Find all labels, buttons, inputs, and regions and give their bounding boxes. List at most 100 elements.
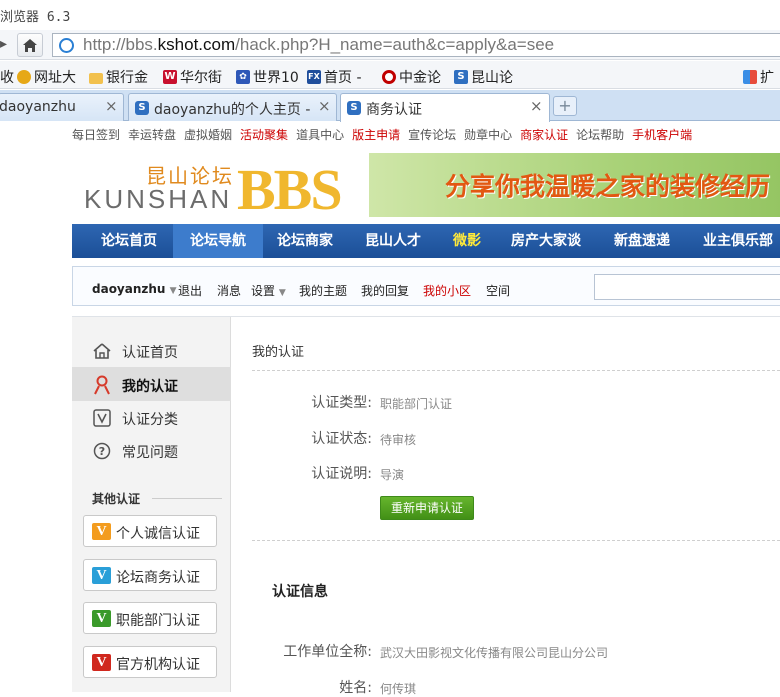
other-auth-title: 其他认证 [92, 492, 141, 506]
sidebar-item-auth-category[interactable]: 认证分类 [72, 400, 231, 434]
nav-micro-video[interactable]: 微影 [453, 224, 481, 258]
question-icon: ? [92, 441, 112, 461]
address-url[interactable]: http://bbs.kshot.com/hack.php?H_name=aut… [83, 35, 554, 55]
toplink[interactable]: 手机客户端 [632, 128, 692, 142]
company-value: 武汉大田影视文化传播有限公司昆山分公司 [380, 646, 609, 660]
sidebar-item-auth-home[interactable]: 认证首页 [72, 333, 231, 367]
v-icon [92, 408, 112, 428]
nav-owners-club[interactable]: 业主俱乐部 [703, 224, 773, 258]
toplink[interactable]: 勋章中心 [464, 128, 512, 142]
forward-arrow-icon[interactable]: ▸ [0, 36, 7, 52]
settings-menu[interactable]: 设置 ▼ [251, 282, 286, 299]
username-menu[interactable]: daoyanzhu ▼ [92, 282, 177, 296]
favorite-item[interactable]: 银行金 [89, 67, 148, 87]
company-row: 工作单位全称: [283, 644, 372, 660]
auth-type-value: 职能部门认证 [380, 397, 453, 411]
sidebar: 认证首页 我的认证 认证分类 ? 常见问题 其他认证 V 个人诚信认证 V 论坛… [72, 317, 231, 692]
new-tab-button[interactable]: + [553, 96, 577, 116]
toplink[interactable]: 幸运转盘 [128, 128, 176, 142]
o-icon [382, 70, 396, 84]
toplink[interactable]: 版主申请 [352, 128, 400, 142]
department-auth-button[interactable]: V 职能部门认证 [83, 602, 217, 634]
apps-icon [743, 70, 757, 84]
v-badge-icon: V [92, 523, 111, 540]
name-row: 姓名: [339, 680, 372, 696]
svg-text:?: ? [99, 445, 105, 458]
my-topics-link[interactable]: 我的主题 [299, 282, 347, 299]
content-area: 认证首页 我的认证 认证分类 ? 常见问题 其他认证 V 个人诚信认证 V 论坛… [72, 316, 780, 696]
close-icon[interactable]: × [530, 97, 543, 115]
reapply-button[interactable]: 重新申请认证 [380, 496, 474, 520]
favorite-item[interactable]: S 昆山论 [454, 67, 513, 87]
main-panel: 我的认证 认证类型: 职能部门认证 认证状态: 待审核 认证说明: 导演 重新申… [232, 317, 780, 696]
tab-personal-home[interactable]: S daoyanzhu的个人主页 - × [128, 93, 337, 121]
auth-status-value: 待审核 [380, 433, 417, 447]
page-icon [59, 38, 74, 53]
favorite-item[interactable]: ✿ 世界10 [236, 67, 299, 87]
tab-strip: daoyanzhu × S daoyanzhu的个人主页 - × S 商务认证 … [0, 90, 780, 122]
favorite-item[interactable]: 收 [0, 67, 14, 87]
ad-banner[interactable]: 分享你我温暖之家的装修经历 [369, 153, 780, 217]
sidebar-item-my-auth[interactable]: 我的认证 [72, 367, 231, 401]
search-input[interactable] [594, 274, 780, 300]
browser-titlebar: 浏览器 6.3 [0, 0, 780, 30]
page-title: 我的认证 [252, 345, 305, 360]
close-icon[interactable]: × [105, 97, 118, 115]
tab-business-auth[interactable]: S 商务认证 × [340, 93, 550, 122]
browser-navbar: ▸ http://bbs.kshot.com/hack.php?H_name=a… [0, 30, 780, 60]
logo-en: KUNSHAN [84, 184, 233, 214]
auth-info-title: 认证信息 [272, 584, 328, 600]
tab-daoyanzhu[interactable]: daoyanzhu × [0, 93, 124, 121]
s-icon: S [454, 70, 468, 84]
favorite-item[interactable]: 网址大 [17, 67, 76, 87]
site-toplinks: 每日签到 幸运转盘 虚拟婚姻 活动聚集 道具中心 版主申请 宣传论坛 勋章中心 商家认证 论坛帮助… [72, 126, 700, 143]
nav-forum-merchants[interactable]: 论坛商家 [277, 224, 333, 258]
my-replies-link[interactable]: 我的回复 [361, 282, 409, 299]
personal-integrity-auth-button[interactable]: V 个人诚信认证 [83, 515, 217, 547]
forum-business-auth-button[interactable]: V 论坛商务认证 [83, 559, 217, 591]
chevron-down-icon: ▼ [169, 286, 177, 296]
toplink[interactable]: 活动聚集 [240, 128, 288, 142]
name-value: 何传琪 [380, 682, 417, 696]
address-bar[interactable]: http://bbs.kshot.com/hack.php?H_name=aut… [52, 33, 780, 57]
browser-title: 浏览器 6.3 [0, 10, 71, 25]
toplink[interactable]: 论坛帮助 [576, 128, 624, 142]
paw-icon: ✿ [236, 70, 250, 84]
toplink[interactable]: 商家认证 [520, 128, 568, 142]
favorite-item[interactable]: FX 首页 - [307, 67, 362, 87]
home-icon [23, 38, 37, 52]
toplink[interactable]: 虚拟婚姻 [184, 128, 232, 142]
home-button[interactable] [17, 33, 43, 57]
toplink[interactable]: 宣传论坛 [408, 128, 456, 142]
v-badge-icon: V [92, 654, 111, 671]
v-badge-icon: V [92, 567, 111, 584]
folder-icon [89, 72, 103, 84]
fx-icon: FX [307, 70, 321, 84]
site-logo[interactable]: 昆山论坛 KUNSHAN BBS [84, 157, 354, 222]
messages-link[interactable]: 消息 [217, 282, 241, 299]
globe-icon [17, 70, 31, 84]
home-icon [92, 341, 112, 361]
favorite-item[interactable]: 中金论 [382, 67, 441, 87]
s-icon: S [347, 101, 361, 115]
close-icon[interactable]: × [318, 97, 331, 115]
nav-new-listings[interactable]: 新盘速递 [614, 224, 670, 258]
v-badge-icon: V [92, 610, 111, 627]
nav-forum-home[interactable]: 论坛首页 [101, 224, 157, 258]
official-agency-auth-button[interactable]: V 官方机构认证 [83, 646, 217, 678]
toplink[interactable]: 道具中心 [296, 128, 344, 142]
sidebar-item-faq[interactable]: ? 常见问题 [72, 433, 231, 467]
toplink[interactable]: 每日签到 [72, 128, 120, 142]
space-link[interactable]: 空间 [486, 282, 510, 299]
nav-talent[interactable]: 昆山人才 [365, 224, 421, 258]
logout-link[interactable]: 退出 [178, 282, 202, 299]
my-area-link[interactable]: 我的小区 [423, 282, 471, 299]
auth-desc-value: 导演 [380, 468, 405, 482]
nav-property-talk[interactable]: 房产大家谈 [511, 224, 581, 258]
nav-forum-guide[interactable]: 论坛导航 [173, 224, 263, 258]
banner-text: 分享你我温暖之家的装修经历 [445, 172, 771, 201]
favorites-bar: 收 网址大 银行金 W 华尔街 ✿ 世界10 FX 首页 - 中金论 S 昆山论 扩 [0, 61, 780, 89]
auth-desc-row: 认证说明: [311, 466, 372, 482]
favorite-item[interactable]: W 华尔街 [163, 67, 222, 87]
favorite-item[interactable]: 扩 [743, 67, 774, 87]
